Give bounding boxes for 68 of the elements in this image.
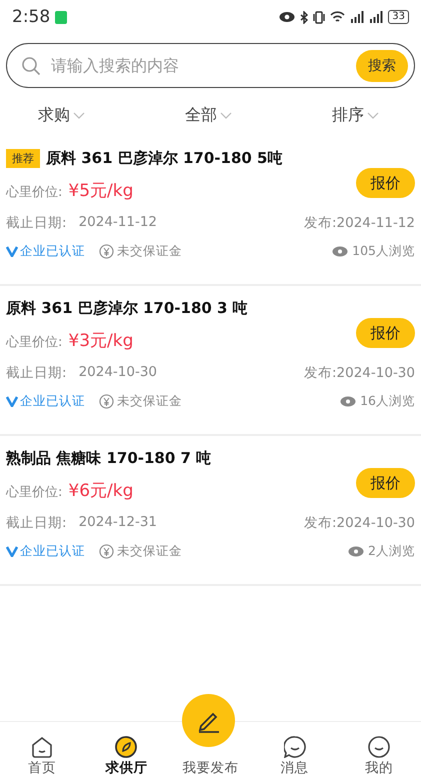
chevron-down-icon (220, 112, 232, 118)
view-count: 16人浏览 (360, 392, 415, 410)
deadline-date: 2024-10-30 (78, 364, 158, 382)
signal-icon (369, 11, 384, 23)
publish-date: 发布:2024-10-30 (304, 514, 415, 532)
status-time: 2:58 (12, 7, 50, 27)
nav-tab[interactable]: 求供厅 (84, 736, 168, 777)
verified-label: 企业已认证 (20, 242, 85, 260)
nav-tab[interactable]: 首页 (0, 736, 84, 777)
verified-label: 企业已认证 (20, 542, 85, 560)
deadline-date: 2024-11-12 (78, 214, 158, 232)
eye-icon (348, 546, 364, 556)
battery-level: 33 (388, 10, 409, 24)
vibrate-icon (313, 10, 326, 24)
home-icon (31, 736, 54, 758)
publish-button[interactable] (182, 694, 235, 747)
wifi-icon (330, 11, 346, 23)
quote-button[interactable]: 报价 (356, 318, 415, 348)
deposit-status: 未交保证金 (117, 542, 182, 560)
listing-title: 原料 361 巴彦淖尔 170-180 5吨 (46, 148, 282, 168)
bluetooth-icon (300, 10, 308, 24)
search-button[interactable]: 搜索 (356, 50, 408, 82)
listing-title: 原料 361 巴彦淖尔 170-180 3 吨 (6, 298, 248, 318)
price-label: 心里价位: (6, 484, 62, 500)
eye-icon (279, 11, 296, 23)
deadline-label: 截止日期: (6, 364, 67, 382)
verified-v-icon (6, 546, 18, 556)
deadline-label: 截止日期: (6, 514, 67, 532)
view-count: 105人浏览 (352, 242, 415, 260)
price-label: 心里价位: (6, 184, 62, 200)
verified-label: 企业已认证 (20, 392, 85, 410)
deadline-label: 截止日期: (6, 214, 67, 232)
verified-v-icon (6, 246, 18, 256)
chevron-down-icon (367, 112, 379, 118)
chat-bubble-icon (284, 736, 306, 758)
verified-v-icon (6, 396, 18, 406)
chevron-down-icon (73, 112, 85, 118)
smiley-icon (368, 736, 390, 758)
yuan-coin-icon (99, 544, 114, 558)
nav-tab[interactable]: 我的 (336, 736, 421, 777)
price-value: ¥3元/kg (68, 330, 134, 352)
price-label: 心里价位: (6, 334, 62, 350)
yuan-coin-icon (99, 244, 114, 258)
price-value: ¥5元/kg (68, 180, 134, 202)
app-notification-icon (55, 10, 68, 24)
search-icon (21, 56, 41, 76)
filter-dropdown[interactable]: 求购 (38, 104, 85, 126)
compass-icon (115, 736, 138, 758)
publish-tab[interactable]: 我要发布 (168, 759, 253, 777)
listing-title: 熟制品 焦糖味 170-180 7 吨 (6, 448, 212, 468)
price-value: ¥6元/kg (68, 480, 134, 502)
yuan-coin-icon (99, 394, 114, 408)
deadline-date: 2024-12-31 (78, 514, 158, 532)
search-field[interactable]: 请输入搜索的内容 搜索 (6, 43, 415, 88)
publish-date: 发布:2024-10-30 (304, 364, 415, 382)
deposit-status: 未交保证金 (117, 242, 182, 260)
signal-icon (350, 11, 364, 23)
deposit-status: 未交保证金 (117, 392, 182, 410)
publish-date: 发布:2024-11-12 (304, 214, 415, 232)
filter-dropdown[interactable]: 全部 (185, 104, 232, 126)
eye-icon (332, 246, 348, 256)
quote-button[interactable]: 报价 (356, 468, 415, 498)
recommended-badge: 推荐 (6, 148, 40, 168)
quote-button[interactable]: 报价 (356, 168, 415, 198)
eye-icon (340, 396, 356, 406)
nav-tab[interactable]: 消息 (252, 736, 337, 777)
view-count: 2人浏览 (368, 542, 415, 560)
filter-dropdown[interactable]: 排序 (332, 104, 379, 126)
